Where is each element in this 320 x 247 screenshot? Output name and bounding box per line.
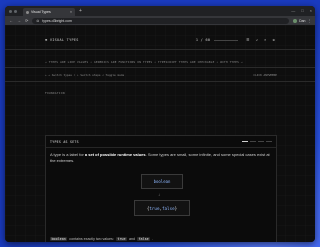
progress-bar bbox=[214, 39, 239, 41]
ticker-marquee: → TYPES ARE LIKE VALUES • GENERICS ARE F… bbox=[45, 60, 243, 64]
code-boolean: boolean bbox=[50, 237, 68, 241]
share-icon[interactable]: ↗ bbox=[256, 38, 258, 42]
browser-tab[interactable]: Visual Types × bbox=[23, 8, 75, 16]
dot-icon bbox=[14, 9, 17, 13]
browser-window: Visual Types × + — □ × ← → ⟳ ⊙ types.d3b… bbox=[5, 6, 315, 242]
desc-bold: a set of possible runtime values bbox=[84, 152, 146, 157]
section-label: FOUNDATION bbox=[45, 91, 65, 95]
card-title: TYPES AS SETS bbox=[50, 139, 79, 144]
url-field[interactable]: ⊙ types.d3bright.com bbox=[32, 17, 290, 24]
avatar bbox=[293, 18, 298, 23]
foot-text: contains exactly two values: bbox=[69, 237, 114, 241]
address-bar-row: ← → ⟳ ⊙ types.d3bright.com Dan ⋮ bbox=[5, 16, 315, 25]
new-tab-button[interactable]: + bbox=[79, 8, 82, 14]
step-dot[interactable] bbox=[258, 140, 264, 143]
step-indicator bbox=[242, 140, 272, 143]
app-brand[interactable]: ⊞ VISUAL TYPES bbox=[45, 38, 196, 42]
card-footnote: boolean contains exactly two values: tru… bbox=[50, 237, 153, 241]
forward-button[interactable]: → bbox=[17, 18, 21, 23]
tab-bar: Visual Types × + — □ × bbox=[5, 6, 315, 16]
back-button[interactable]: ← bbox=[9, 18, 13, 23]
profile-button[interactable]: Dan ⋮ bbox=[293, 18, 312, 23]
step-dot[interactable] bbox=[250, 140, 256, 143]
type-box-boolean[interactable]: boolean bbox=[141, 174, 183, 189]
minimize-button[interactable]: — bbox=[291, 8, 295, 13]
page-content: ⊞ VISUAL TYPES 1 / 60 ☰ ↗ ⌕ ⚙ → TYPES AR… bbox=[5, 25, 315, 242]
card-description: A type is a label for a set of possible … bbox=[50, 152, 274, 164]
url-text: types.d3bright.com bbox=[42, 18, 72, 23]
code-false: false bbox=[137, 237, 151, 241]
maximize-button[interactable]: □ bbox=[301, 8, 303, 13]
foot-text: and bbox=[129, 237, 136, 241]
lock-icon: ⊙ bbox=[36, 18, 40, 23]
card-header: TYPES AS SETS bbox=[46, 136, 276, 148]
progress-text: 1 / 60 bbox=[195, 38, 211, 42]
divider bbox=[5, 67, 315, 68]
lesson-card[interactable]: TYPES AS SETS A type is a label for a se… bbox=[45, 135, 277, 242]
step-dot[interactable] bbox=[242, 140, 248, 143]
hints-left: ← → Switch types ↑ ↓ Switch steps ⏎ Togg… bbox=[45, 73, 125, 77]
dot-icon bbox=[9, 9, 12, 13]
divider bbox=[5, 49, 315, 50]
window-controls: — □ × bbox=[291, 8, 312, 13]
down-arrow-icon: ↓ bbox=[158, 192, 160, 197]
settings-icon[interactable]: ⚙ bbox=[273, 38, 275, 42]
tab-title: Visual Types bbox=[31, 10, 51, 14]
value-false: false bbox=[162, 205, 175, 211]
profile-name: Dan bbox=[299, 18, 306, 23]
hints-right: CLICK ANYWHERE bbox=[253, 73, 277, 77]
code-true: true bbox=[115, 237, 128, 241]
search-icon[interactable]: ⌕ bbox=[264, 38, 266, 42]
window-dots bbox=[9, 9, 17, 13]
progress-indicator: 1 / 60 bbox=[195, 38, 239, 42]
keyboard-hints: ← → Switch types ↑ ↓ Switch steps ⏎ Togg… bbox=[45, 73, 277, 77]
step-dot[interactable] bbox=[266, 140, 272, 143]
value-set-box[interactable]: { true, false } bbox=[134, 200, 190, 216]
menu-icon[interactable]: ⋮ bbox=[308, 19, 312, 23]
menu-icon[interactable]: ☰ bbox=[246, 38, 249, 42]
brace-close: } bbox=[174, 205, 178, 211]
value-true: true bbox=[149, 205, 160, 211]
favicon-icon bbox=[26, 10, 29, 14]
header-icons: ☰ ↗ ⌕ ⚙ bbox=[246, 38, 275, 42]
close-window-button[interactable]: × bbox=[310, 8, 312, 13]
reload-button[interactable]: ⟳ bbox=[25, 18, 28, 23]
type-diagram: boolean ↓ { true, false } bbox=[46, 174, 278, 234]
divider bbox=[5, 81, 315, 82]
app-header: ⊞ VISUAL TYPES 1 / 60 ☰ ↗ ⌕ ⚙ bbox=[45, 35, 275, 45]
foot-text: . bbox=[152, 237, 154, 241]
tab-close-icon[interactable]: × bbox=[70, 10, 72, 14]
desc-text: A type is a label for bbox=[50, 152, 85, 157]
